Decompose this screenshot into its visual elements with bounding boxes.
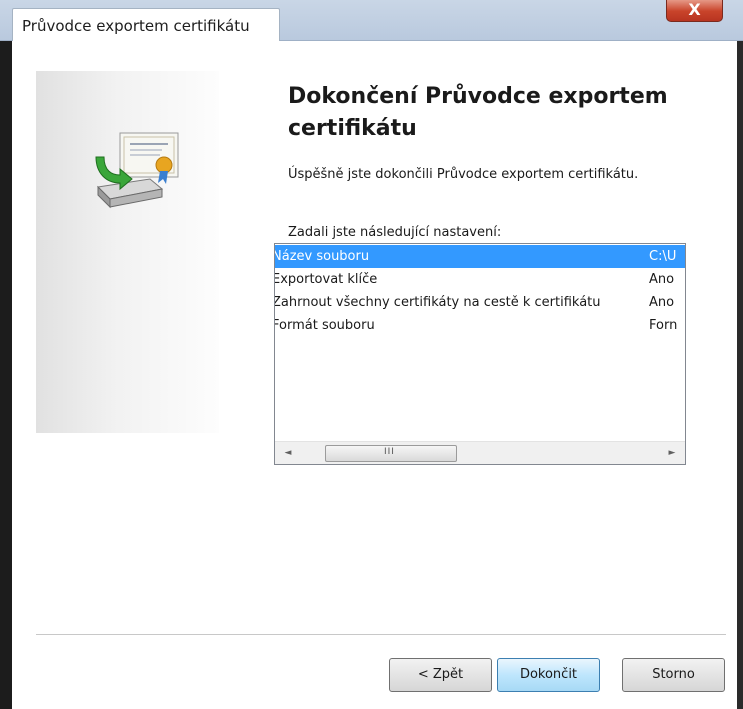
setting-name: Zahrnout všechny certifikáty na cestě k …: [274, 295, 601, 310]
footer-separator: [36, 634, 726, 635]
certificate-export-icon: [95, 132, 179, 209]
back-button[interactable]: < Zpět: [389, 658, 492, 692]
setting-name: Formát souboru: [274, 318, 375, 333]
window-title: Průvodce exportem certifikátu: [22, 17, 250, 35]
window-frame-left: [0, 0, 12, 709]
setting-name: Exportovat klíče: [274, 272, 378, 287]
list-item[interactable]: Zahrnout všechny certifikáty na cestě k …: [275, 291, 685, 314]
wizard-side-panel: [36, 71, 219, 433]
close-button[interactable]: X: [666, 0, 723, 22]
setting-value: Forn: [649, 318, 678, 333]
scroll-left-arrow-icon[interactable]: ◄: [277, 442, 299, 464]
wizard-heading: Dokončení Průvodce exportem certifikátu: [288, 84, 668, 141]
horizontal-scrollbar[interactable]: ◄ III ►: [275, 441, 685, 464]
list-item[interactable]: Exportovat klíče Ano: [275, 268, 685, 291]
setting-name: Název souboru: [274, 249, 370, 264]
title-bar[interactable]: Průvodce exportem certifikátu X: [0, 0, 743, 41]
list-item[interactable]: Název souboru C:\U: [275, 245, 685, 268]
cancel-button[interactable]: Storno: [622, 658, 725, 692]
setting-value: C:\U: [649, 249, 677, 264]
scroll-right-arrow-icon[interactable]: ►: [661, 442, 683, 464]
scrollbar-grip-icon: III: [384, 447, 395, 457]
window-frame-right: [737, 0, 743, 709]
finish-button[interactable]: Dokončit: [497, 658, 600, 692]
settings-list[interactable]: Název souboru C:\U Exportovat klíče Ano …: [274, 243, 686, 465]
scrollbar-thumb[interactable]: III: [325, 445, 457, 462]
setting-value: Ano: [649, 295, 675, 310]
settings-label: Zadali jste následující nastavení:: [288, 225, 502, 240]
wizard-dialog: Dokončení Průvodce exportem certifikátu …: [12, 41, 737, 709]
success-message: Úspěšně jste dokončili Průvodce exportem…: [288, 167, 639, 182]
setting-value: Ano: [649, 272, 675, 287]
list-item[interactable]: Formát souboru Forn: [275, 314, 685, 337]
